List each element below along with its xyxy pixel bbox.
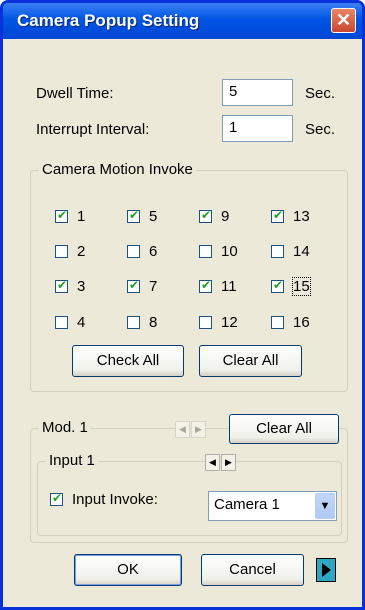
camera-checkbox-label: 4 (77, 314, 86, 331)
camera-checkbox-label: 8 (149, 314, 158, 331)
module-prev-button[interactable]: ◀ (175, 421, 190, 438)
checkbox-box[interactable] (199, 245, 212, 258)
input-title: Input 1 (46, 452, 98, 469)
checkbox-box[interactable] (271, 278, 284, 293)
checkbox-box[interactable] (199, 316, 212, 329)
dialog-window: Camera Popup Setting ✕ Dwell Time: 5 Sec… (0, 0, 365, 610)
camera-checkbox-11[interactable]: 11 (199, 278, 237, 295)
checkbox-box[interactable] (55, 245, 68, 258)
camera-checkbox-label: 1 (77, 208, 86, 225)
camera-checkbox-9[interactable]: 9 (199, 208, 229, 225)
ok-button[interactable]: OK (74, 554, 182, 586)
arrow-left-icon: ◀ (179, 424, 186, 434)
arrow-right-icon: ▶ (195, 424, 202, 434)
module-next-button[interactable]: ▶ (191, 421, 206, 438)
close-button[interactable]: ✕ (331, 8, 356, 33)
checkbox-box[interactable] (50, 491, 63, 506)
module-title: Mod. 1 (39, 419, 91, 436)
close-icon: ✕ (335, 10, 352, 30)
camera-checkbox-3[interactable]: 3 (55, 278, 85, 295)
cancel-button[interactable]: Cancel (201, 554, 304, 586)
camera-checkbox-1[interactable]: 1 (55, 208, 85, 225)
camera-checkbox-2[interactable]: 2 (55, 243, 85, 260)
camera-checkbox-label: 10 (221, 243, 238, 260)
dropdown-arrow-icon[interactable]: ▼ (315, 493, 335, 519)
camera-checkbox-label: 7 (149, 278, 158, 295)
check-all-button[interactable]: Check All (72, 345, 184, 377)
checkbox-box[interactable] (55, 208, 68, 223)
camera-checkbox-4[interactable]: 4 (55, 314, 85, 331)
arrow-left-icon: ◀ (209, 457, 216, 467)
camera-checkbox-label: 5 (149, 208, 158, 225)
camera-checkbox-5[interactable]: 5 (127, 208, 157, 225)
interrupt-interval-label: Interrupt Interval: (36, 121, 150, 138)
dwell-time-field[interactable]: 5 (222, 79, 293, 106)
input-next-button[interactable]: ▶ (221, 454, 236, 471)
camera-checkbox-12[interactable]: 12 (199, 314, 238, 331)
camera-select[interactable]: Camera 1 ▼ (208, 491, 337, 521)
checkbox-box[interactable] (271, 208, 284, 223)
camera-checkbox-8[interactable]: 8 (127, 314, 157, 331)
camera-checkbox-label: 16 (293, 314, 310, 331)
camera-checkbox-label: 15 (292, 277, 311, 296)
arrow-right-icon: ▶ (225, 457, 232, 467)
camera-checkbox-label: 9 (221, 208, 230, 225)
checkbox-box[interactable] (127, 316, 140, 329)
camera-checkbox-6[interactable]: 6 (127, 243, 157, 260)
input-invoke-label: Input Invoke: (72, 491, 158, 508)
camera-checkbox-label: 11 (221, 278, 237, 295)
camera-checkbox-15[interactable]: 15 (271, 277, 311, 296)
play-arrow-icon[interactable] (316, 558, 336, 582)
camera-checkbox-16[interactable]: 16 (271, 314, 310, 331)
dwell-time-unit: Sec. (305, 85, 336, 102)
camera-checkbox-label: 14 (293, 243, 310, 260)
clear-all-button[interactable]: Clear All (199, 345, 302, 377)
camera-checkbox-label: 3 (77, 278, 86, 295)
camera-checkbox-label: 2 (77, 243, 86, 260)
camera-checkbox-7[interactable]: 7 (127, 278, 157, 295)
dwell-time-label: Dwell Time: (36, 85, 114, 102)
camera-checkbox-10[interactable]: 10 (199, 243, 238, 260)
checkbox-box[interactable] (127, 208, 140, 223)
interrupt-interval-field[interactable]: 1 (222, 115, 293, 142)
camera-checkbox-14[interactable]: 14 (271, 243, 310, 260)
camera-checkbox-label: 12 (221, 314, 238, 331)
camera-select-value: Camera 1 (214, 496, 280, 513)
checkbox-box[interactable] (271, 316, 284, 329)
camera-checkbox-label: 6 (149, 243, 158, 260)
checkbox-box[interactable] (127, 245, 140, 258)
checkbox-box[interactable] (271, 245, 284, 258)
window-title: Camera Popup Setting (17, 11, 200, 30)
camera-motion-title: Camera Motion Invoke (39, 161, 196, 178)
checkbox-box[interactable] (199, 278, 212, 293)
module-clear-all-button[interactable]: Clear All (229, 414, 339, 444)
input-prev-button[interactable]: ◀ (205, 454, 220, 471)
checkbox-box[interactable] (199, 208, 212, 223)
checkbox-box[interactable] (55, 316, 68, 329)
input-invoke-checkbox[interactable]: Input Invoke: (50, 491, 158, 508)
interrupt-interval-unit: Sec. (305, 121, 336, 138)
checkbox-box[interactable] (127, 278, 140, 293)
checkbox-box[interactable] (55, 278, 68, 293)
camera-checkbox-13[interactable]: 13 (271, 208, 310, 225)
title-bar: Camera Popup Setting ✕ (3, 3, 362, 39)
camera-checkbox-label: 13 (293, 208, 310, 225)
